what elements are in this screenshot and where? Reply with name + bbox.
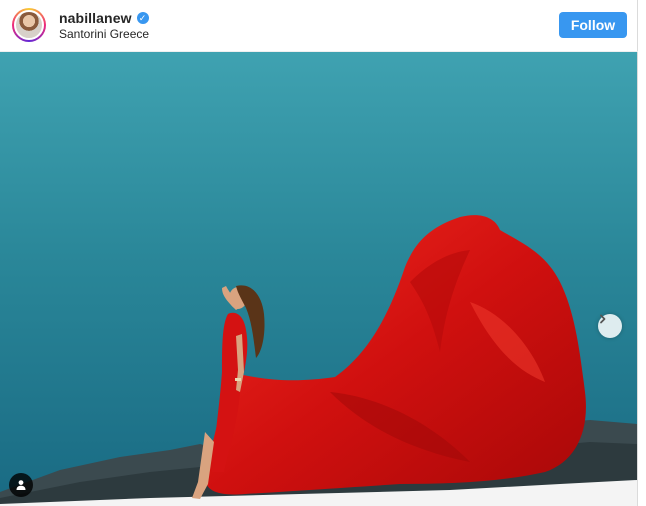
post-photo[interactable]	[0, 52, 637, 506]
avatar[interactable]	[12, 8, 46, 42]
instagram-post: nabillanew ✓ Santorini Greece Follow	[0, 0, 638, 506]
location-link[interactable]: Santorini Greece	[59, 27, 149, 41]
follow-button[interactable]: Follow	[559, 12, 627, 38]
chevron-right-icon	[600, 314, 606, 324]
post-header: nabillanew ✓ Santorini Greece Follow	[0, 0, 638, 52]
avatar-image	[14, 10, 44, 40]
username-link[interactable]: nabillanew	[59, 10, 132, 26]
tagged-users-button[interactable]	[9, 473, 33, 497]
user-tag-icon	[16, 480, 26, 490]
verified-badge-icon: ✓	[136, 12, 149, 24]
photo-scene	[0, 52, 637, 506]
username-row: nabillanew ✓	[59, 10, 149, 26]
next-photo-button[interactable]	[598, 314, 622, 338]
